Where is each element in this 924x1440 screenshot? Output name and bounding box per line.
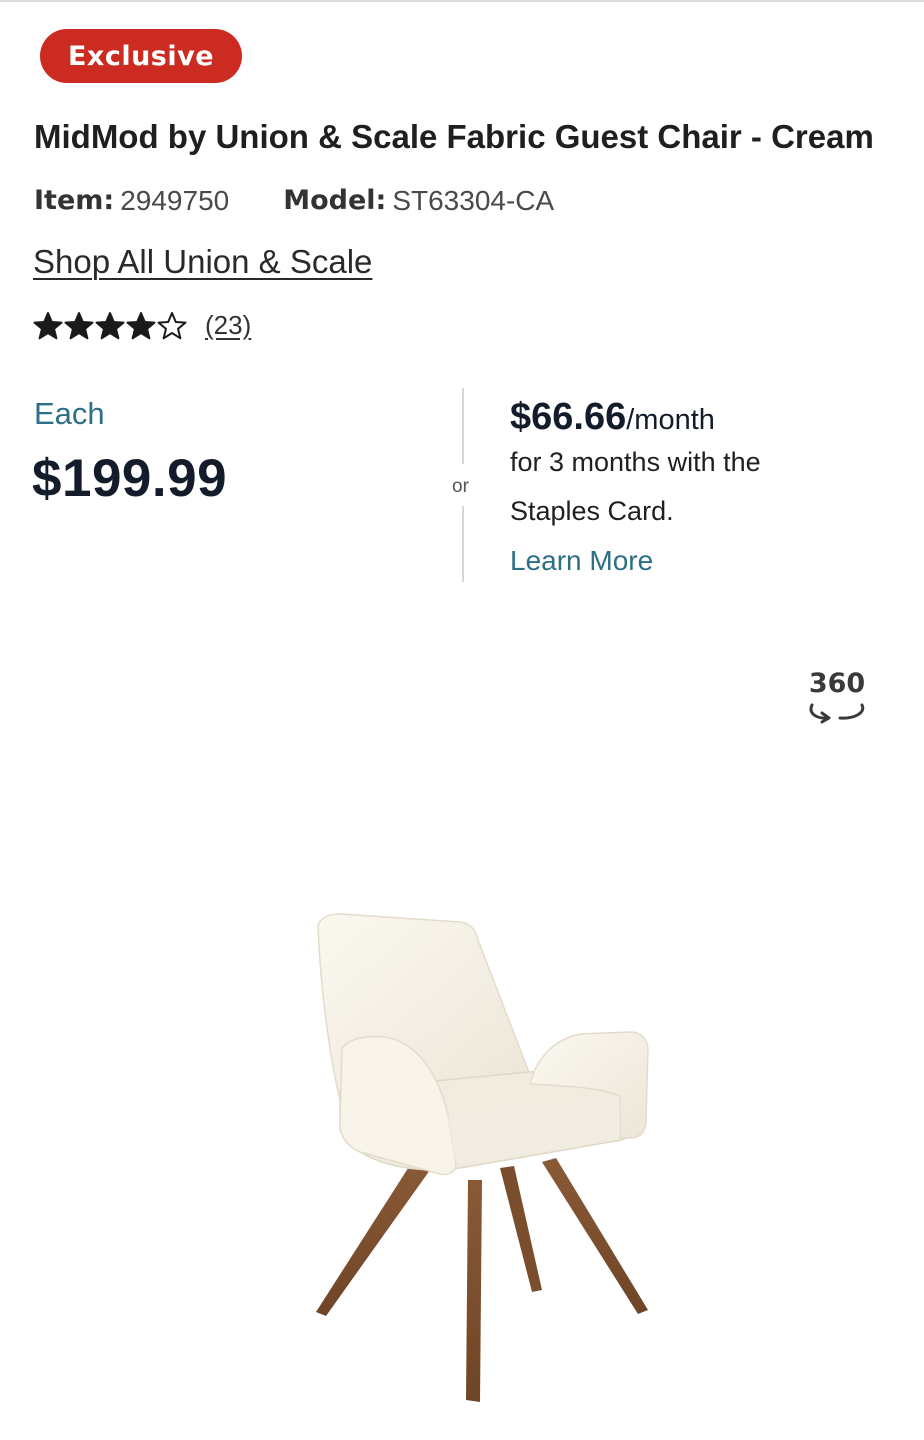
price-unit-label: Each [34,396,105,431]
product-rating[interactable]: (23) [33,310,251,341]
star-rating [33,311,187,341]
star-empty-icon [157,311,187,339]
product-image-chair[interactable] [280,900,680,1420]
star-filled-icon [33,311,63,339]
monthly-price: $66.66/month [510,396,900,439]
exclusive-badge: Exclusive [40,29,242,83]
top-divider [0,0,924,2]
or-separator: or [452,476,469,497]
product-identifiers: Item: 2949750 Model: ST63304-CA [34,185,554,217]
view-360-label: 360 [808,668,866,699]
model-label: Model: [283,185,387,216]
item-number: 2949750 [120,185,230,216]
star-filled-icon [95,311,125,339]
rotate-360-icon [809,703,865,724]
review-count-link[interactable]: (23) [205,310,251,341]
monthly-amount: $66.66 [510,396,627,438]
monthly-suffix: /month [626,404,715,436]
product-page: Exclusive MidMod by Union & Scale Fabric… [0,0,924,1440]
star-filled-icon [64,311,94,339]
learn-more-link[interactable]: Learn More [510,545,900,577]
shop-brand-link[interactable]: Shop All Union & Scale [33,243,372,281]
view-360-button[interactable]: 360 [800,668,874,725]
item-label: Item: [34,185,115,216]
model-number: ST63304-CA [392,185,555,216]
price-divider-top [462,388,464,464]
product-price: $199.99 [32,449,228,508]
financing-terms-line1: for 3 months with the [510,447,761,477]
financing-terms-line2: Staples Card. [510,496,674,526]
financing-offer: $66.66/month for 3 months with the Stapl… [510,396,900,577]
product-title: MidMod by Union & Scale Fabric Guest Cha… [34,118,874,155]
price-divider-bottom [462,506,464,582]
star-filled-icon [126,311,156,339]
